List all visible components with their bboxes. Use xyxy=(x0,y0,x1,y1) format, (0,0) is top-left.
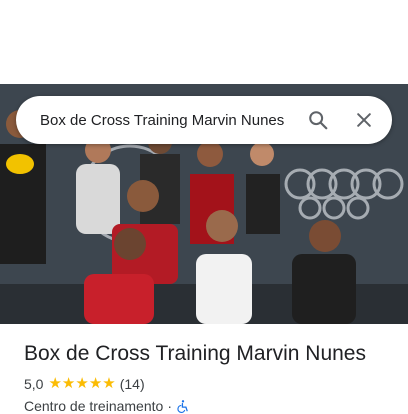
search-button[interactable] xyxy=(298,100,338,140)
place-title: Box de Cross Training Marvin Nunes xyxy=(24,342,366,365)
search-input[interactable]: Box de Cross Training Marvin Nunes xyxy=(40,112,298,129)
star-icon: ★ xyxy=(75,375,89,392)
star-icon: ★ xyxy=(102,375,116,392)
wheelchair-accessible-icon xyxy=(177,400,188,413)
star-icon: ★ xyxy=(48,375,62,392)
review-count[interactable]: (14) xyxy=(120,376,145,392)
top-whitespace xyxy=(0,0,408,84)
search-icon xyxy=(309,111,328,130)
place-info-panel: Box de Cross Training Marvin Nunes 5,0 ★… xyxy=(0,324,408,414)
star-icon: ★ xyxy=(61,375,76,392)
close-button[interactable] xyxy=(344,100,384,140)
place-category: Centro de treinamento xyxy=(24,398,164,414)
close-icon xyxy=(357,113,371,127)
category-row: Centro de treinamento · xyxy=(24,398,190,414)
star-rating: ★ ★ ★ ★ ★ xyxy=(48,375,116,392)
rating-row[interactable]: 5,0 ★ ★ ★ ★ ★ (14) xyxy=(24,376,145,392)
search-bar[interactable]: Box de Cross Training Marvin Nunes xyxy=(16,96,392,144)
separator: · xyxy=(167,398,172,414)
rating-value: 5,0 xyxy=(24,376,44,392)
star-icon: ★ xyxy=(88,375,103,392)
